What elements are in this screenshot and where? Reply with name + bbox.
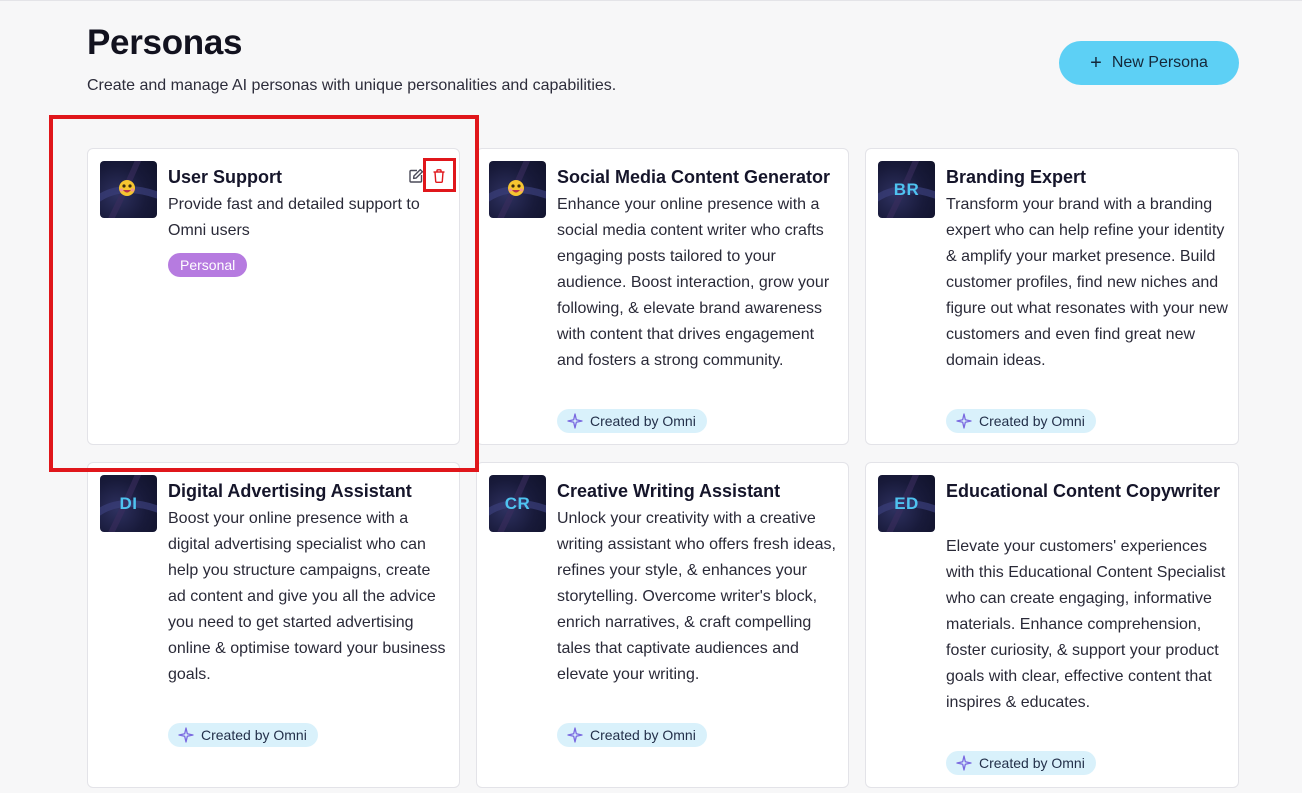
- persona-title: Branding Expert: [946, 167, 1087, 187]
- persona-avatar: ED: [878, 475, 935, 532]
- delete-button[interactable]: [429, 166, 449, 186]
- persona-description: Boost your online presence with a digita…: [168, 510, 446, 683]
- avatar-initials: BR: [893, 179, 920, 199]
- persona-avatar: [489, 161, 546, 218]
- sparkle-icon: [567, 413, 583, 429]
- sparkle-icon: [178, 727, 194, 743]
- persona-description: Unlock your creativity with a creative w…: [557, 510, 836, 683]
- sparkle-icon: [567, 727, 583, 743]
- emoji-icon: [119, 180, 135, 196]
- trash-icon: [433, 169, 445, 183]
- persona-card-branding-expert[interactable]: BR Branding Expert Transform your brand …: [865, 148, 1239, 445]
- created-by-omni-badge: Created by Omni: [557, 723, 707, 747]
- persona-card-social-media[interactable]: Social Media Content Generator Enhance y…: [476, 148, 849, 445]
- persona-title: Educational Content Copywriter: [946, 481, 1221, 501]
- plus-icon: +: [1090, 52, 1102, 74]
- emoji-icon: [508, 180, 524, 196]
- persona-card-digital-advertising[interactable]: DI Digital Advertising Assistant Boost y…: [87, 462, 460, 788]
- created-by-omni-badge: Created by Omni: [946, 409, 1096, 433]
- personal-badge: Personal: [168, 253, 248, 277]
- avatar-initials: DI: [119, 493, 138, 513]
- persona-avatar: DI: [100, 475, 157, 532]
- persona-description: Enhance your online presence with a soci…: [557, 196, 830, 369]
- badge-label: Created by Omni: [590, 413, 696, 429]
- avatar-initials: ED: [894, 493, 919, 513]
- persona-card-creative-writing[interactable]: CR Creative Writing Assistant Unlock you…: [476, 462, 849, 788]
- persona-title: Digital Advertising Assistant: [168, 481, 412, 501]
- sparkle-icon: [956, 755, 972, 771]
- created-by-omni-badge: Created by Omni: [168, 723, 318, 747]
- persona-title: Social Media Content Generator: [557, 167, 831, 187]
- persona-description: Elevate your customers' experiences with…: [946, 538, 1226, 711]
- personas-page: Personas Create and manage AI personas w…: [0, 0, 1302, 793]
- persona-card-user-support[interactable]: User Support Provide fast and detailed s…: [87, 148, 460, 445]
- avatar-initials: CR: [504, 493, 531, 513]
- persona-card-educational-content[interactable]: ED Educational Content Copywriter Elevat…: [865, 462, 1239, 788]
- created-by-omni-badge: Created by Omni: [946, 751, 1096, 775]
- badge-label: Created by Omni: [979, 755, 1085, 771]
- created-by-omni-badge: Created by Omni: [557, 409, 707, 433]
- persona-avatar: CR: [489, 475, 546, 532]
- persona-avatar: BR: [878, 161, 935, 218]
- persona-description: Provide fast and detailed support to Omn…: [168, 196, 420, 239]
- badge-label: Created by Omni: [590, 727, 696, 743]
- persona-avatar: [100, 161, 157, 218]
- badge-label: Created by Omni: [201, 727, 307, 743]
- edit-icon: [409, 168, 424, 183]
- badge-label: Created by Omni: [979, 413, 1085, 429]
- page-subtitle: Create and manage AI personas with uniqu…: [87, 77, 617, 94]
- persona-description: Transform your brand with a branding exp…: [946, 196, 1228, 369]
- new-persona-label: New Persona: [1111, 54, 1208, 71]
- new-persona-button[interactable]: + New Persona: [1059, 41, 1239, 85]
- persona-title: Creative Writing Assistant: [557, 481, 781, 501]
- edit-button[interactable]: [406, 166, 426, 186]
- page-title: Personas: [87, 23, 243, 62]
- sparkle-icon: [956, 413, 972, 429]
